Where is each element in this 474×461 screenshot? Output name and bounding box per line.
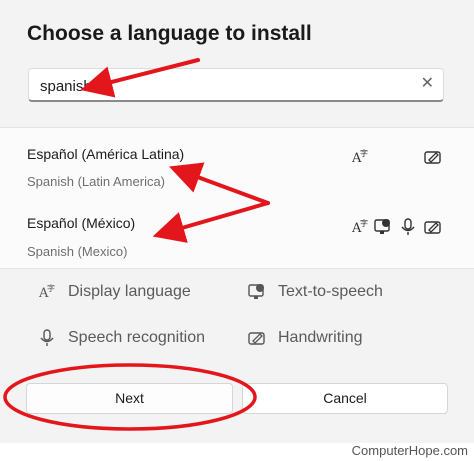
display-language-icon: A字 xyxy=(350,147,370,167)
legend-display-language: A字 Display language xyxy=(37,282,191,302)
language-results-list: Español (América Latina) Spanish (Latin … xyxy=(0,127,474,269)
legend-handwriting: Handwriting xyxy=(247,328,362,348)
legend-row-1: A字 Display language Text-to-speech xyxy=(0,278,474,308)
language-english-name: Spanish (Latin America) xyxy=(27,174,166,189)
dialog-title: Choose a language to install xyxy=(27,22,312,45)
list-item-es-latam[interactable]: Español (América Latina) Spanish (Latin … xyxy=(0,136,474,202)
display-language-icon: A字 xyxy=(38,283,55,301)
speech-recognition-icon xyxy=(398,217,418,237)
legend-row-2: Speech recognition Handwriting xyxy=(0,324,474,354)
legend-speech-recognition: Speech recognition xyxy=(37,328,205,348)
language-english-name: Spanish (Mexico) xyxy=(27,244,128,259)
search-value: spanish xyxy=(40,78,92,95)
cancel-button[interactable]: Cancel xyxy=(242,383,448,414)
legend-label: Speech recognition xyxy=(68,329,205,346)
svg-text:字: 字 xyxy=(360,218,368,228)
list-item-es-mx[interactable]: Español (México) Spanish (Mexico) A字 xyxy=(0,202,474,268)
language-name: Español (América Latina) xyxy=(27,146,185,162)
text-to-speech-icon xyxy=(248,284,264,299)
close-icon[interactable]: ✕ xyxy=(421,75,434,93)
display-language-icon: A字 xyxy=(350,217,370,237)
legend-label: Handwriting xyxy=(278,329,363,346)
handwriting-icon xyxy=(423,217,443,237)
legend-label: Display language xyxy=(68,283,191,300)
svg-text:字: 字 xyxy=(360,148,368,158)
language-search-input[interactable]: spanish ✕ xyxy=(28,68,444,102)
text-to-speech-icon xyxy=(373,217,393,237)
legend-label: Text-to-speech xyxy=(278,283,383,300)
language-name: Español (México) xyxy=(27,215,136,231)
handwriting-icon xyxy=(248,332,265,345)
watermark: ComputerHope.com xyxy=(351,443,468,458)
speech-recognition-icon xyxy=(40,329,54,346)
next-button[interactable]: Next xyxy=(26,383,233,414)
handwriting-icon xyxy=(423,147,443,167)
install-language-dialog: Choose a language to install spanish ✕ E… xyxy=(0,0,474,443)
legend-text-to-speech: Text-to-speech xyxy=(247,282,383,302)
svg-text:字: 字 xyxy=(47,283,55,293)
